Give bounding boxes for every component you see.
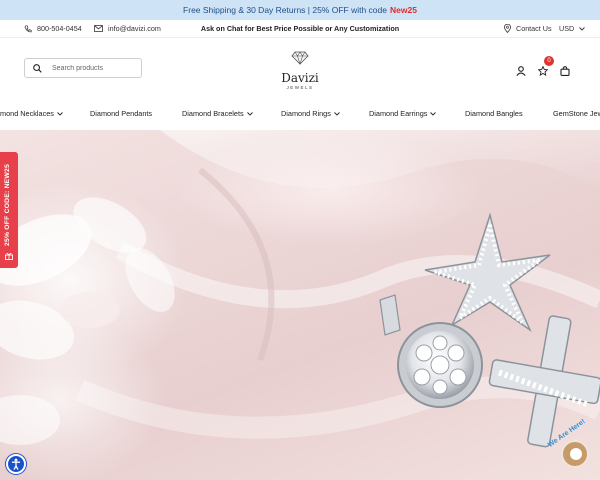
nav-item-label: GemStone Jew [553,109,600,118]
accessibility-button[interactable] [6,454,26,474]
logo-subtitle: JEWELS [286,85,314,90]
chevron-down-icon [246,111,253,116]
promo-code: New25 [390,5,417,15]
cross-pendant [488,315,600,448]
nav-item-label: Diamond Bracelets [182,109,244,118]
chat-icon [570,448,582,460]
hero-banner[interactable] [0,130,600,480]
side-tab-label: 25% OFF CODE: NEW25 [4,164,11,246]
promo-bar: Free Shipping & 30 Day Returns | 25% OFF… [0,0,600,20]
accessibility-icon [12,458,20,470]
currency-value: USD [559,24,575,33]
nav-item-label: mond Necklaces [0,109,54,118]
nav-item-rings[interactable]: Diamond Rings [281,109,340,118]
wishlist-button[interactable]: 0 [537,56,554,81]
nav-item-gemstone[interactable]: GemStone Jew [553,109,600,118]
logo[interactable]: Davizi JEWELS [275,51,325,91]
nav-item-bangles[interactable]: Diamond Bangles [465,109,523,118]
map-pin-icon [504,24,511,33]
chevron-down-icon [579,26,586,31]
nav-item-necklaces[interactable]: mond Necklaces [0,109,63,118]
currency-selector[interactable]: USD [559,24,586,33]
logo-name: Davizi [281,71,319,85]
diamond-logo-icon [291,51,309,66]
wishlist-icon [537,65,549,77]
chevron-down-icon [334,111,340,116]
gift-icon [5,253,13,260]
nav-item-label: Diamond Earrings [369,109,428,118]
cart-button[interactable] [560,63,570,81]
chevron-down-icon [57,111,63,116]
nav-item-bracelets[interactable]: Diamond Bracelets [182,109,253,118]
main-header: Davizi JEWELS 0 [0,38,600,100]
account-button[interactable] [516,63,526,81]
nav-item-earrings[interactable]: Diamond Earrings [369,109,437,118]
side-discount-tab[interactable]: 25% OFF CODE: NEW25 [0,152,18,268]
nav-item-label: Diamond Pendants [90,109,153,118]
account-icon [516,66,526,76]
search-box[interactable] [24,58,142,78]
search-input[interactable] [52,64,132,72]
chevron-down-icon [430,111,437,116]
main-navigation: mond Necklaces Diamond Pendants Diamond … [0,100,600,130]
nav-item-label: Diamond Rings [281,109,331,118]
wishlist-count-badge: 0 [544,56,554,66]
top-utility-bar: 800-504-0454 info@davizi.com Ask on Chat… [0,20,600,38]
hero-image [0,130,600,448]
contact-us-link[interactable]: Contact Us [504,24,552,33]
nav-item-label: Diamond Bangles [465,109,523,118]
contact-us-label: Contact Us [516,24,552,33]
nav-item-pendants[interactable]: Diamond Pendants [90,109,152,118]
chat-button[interactable] [561,440,589,468]
cart-icon [560,66,570,76]
search-icon[interactable] [33,63,42,73]
promo-text: Free Shipping & 30 Day Returns | 25% OFF… [183,5,387,15]
